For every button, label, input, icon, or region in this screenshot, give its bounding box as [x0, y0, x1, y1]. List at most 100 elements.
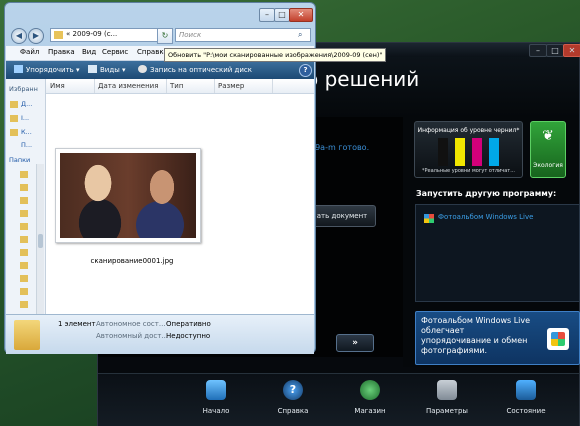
globe-icon [360, 380, 380, 400]
taskbar-home[interactable]: Начало [186, 374, 246, 426]
favorite-link[interactable]: К... [10, 128, 44, 138]
wrench-icon [437, 380, 457, 400]
item-count: 1 элемент [58, 320, 96, 328]
folder-icon[interactable] [20, 262, 28, 269]
ink-level-panel[interactable]: Информация об уровне чернил* *Реальные у… [414, 121, 523, 178]
ink-level-title: Информация об уровне чернил* [417, 127, 520, 134]
folder-icon[interactable] [20, 236, 28, 243]
windows-logo-icon [551, 332, 565, 346]
organize-button[interactable]: Упорядочить ▾ [14, 65, 80, 74]
folders-toggle[interactable]: Папки [9, 156, 30, 164]
favorite-link-label: I... [21, 114, 30, 122]
favorite-link-label: Д... [21, 100, 33, 108]
program-item-label: Фотоальбом Windows Live [438, 213, 534, 221]
views-icon [88, 65, 97, 73]
views-button[interactable]: Виды ▾ [88, 65, 125, 74]
folder-icon[interactable] [20, 301, 28, 308]
ink-cartridge-black [438, 138, 448, 166]
forward-button[interactable]: ▶ [28, 28, 44, 44]
program-list: Фотоальбом Windows Live [415, 204, 580, 302]
promo-banner[interactable]: Фотоальбом Windows Live облегчает упоряд… [415, 311, 580, 365]
ink-cartridge-magenta [472, 138, 482, 166]
minimize-button[interactable]: – [529, 44, 547, 57]
folder-icon [10, 129, 18, 136]
folder-icon [54, 31, 63, 39]
scan-document-button[interactable]: ать документ [308, 205, 376, 227]
column-date[interactable]: Дата изменения [98, 82, 158, 90]
status-icon [516, 380, 536, 400]
column-divider[interactable] [272, 79, 273, 93]
ink-level-note: *Реальные уровни могут отличат... [422, 168, 515, 174]
hp-taskbar: Начало ? Справка Магазин Параметры Состо… [98, 373, 579, 426]
taskbar-settings[interactable]: Параметры [417, 374, 477, 426]
taskbar-label: Состояние [506, 407, 546, 415]
taskbar-label: Начало [202, 407, 230, 415]
next-button[interactable]: » [336, 334, 374, 352]
command-bar: Упорядочить ▾ Виды ▾ Запись на оптически… [6, 61, 314, 79]
folder-icon[interactable] [20, 275, 28, 282]
close-button[interactable]: ✕ [289, 8, 313, 22]
search-input[interactable]: Поиск ⌕ [175, 28, 311, 42]
column-divider[interactable] [166, 79, 167, 93]
taskbar-label: Параметры [426, 407, 468, 415]
column-headers: Имя Дата изменения Тип Размер [46, 79, 314, 94]
file-name[interactable]: сканирование0001.jpg [46, 257, 218, 265]
file-thumbnail[interactable] [55, 148, 201, 243]
refresh-button[interactable]: ↻ [157, 28, 173, 44]
back-button[interactable]: ◀ [11, 28, 27, 44]
organize-label: Упорядочить ▾ [26, 66, 80, 74]
eco-button[interactable]: ❦ Экология [530, 121, 566, 178]
maximize-button[interactable]: □ [274, 8, 290, 22]
taskbar-label: Справка [277, 407, 309, 415]
favorite-link-label: П... [21, 141, 33, 149]
column-name[interactable]: Имя [50, 82, 65, 90]
help-button[interactable]: ? [299, 64, 312, 77]
refresh-tooltip: Обновить "P:\мои сканированные изображен… [164, 48, 387, 62]
hp-page-title: о решений [306, 67, 420, 91]
photo-thumbnail-image [60, 153, 196, 238]
burn-disc-button[interactable]: Запись на оптический диск [138, 65, 252, 74]
folder-icon[interactable] [20, 197, 28, 204]
address-text: « 2009-09 (с... [66, 30, 118, 38]
minimize-button[interactable]: – [259, 8, 275, 22]
menu-edit[interactable]: Правка [48, 48, 75, 56]
leaf-icon: ❦ [542, 128, 554, 144]
home-icon [206, 380, 226, 400]
folder-icon [10, 115, 18, 122]
column-type[interactable]: Тип [170, 82, 183, 90]
favorite-link-label: К... [21, 128, 32, 136]
maximize-button[interactable]: □ [546, 44, 564, 57]
disc-icon [138, 65, 147, 73]
taskbar-help[interactable]: ? Справка [263, 374, 323, 426]
details-pane: 1 элемент Автономное сост... Оперативно … [6, 314, 314, 354]
column-divider[interactable] [214, 79, 215, 93]
folder-icon[interactable] [20, 249, 28, 256]
favorite-link[interactable]: I... [10, 114, 44, 124]
folder-icon[interactable] [20, 171, 28, 178]
folder-icon [14, 320, 40, 350]
taskbar-status[interactable]: Состояние [496, 374, 556, 426]
search-icon[interactable]: ⌕ [298, 30, 302, 40]
folder-icon[interactable] [20, 184, 28, 191]
folder-icon[interactable] [20, 223, 28, 230]
scrollbar-thumb[interactable] [38, 234, 43, 248]
search-placeholder: Поиск [179, 31, 202, 39]
address-bar[interactable]: « 2009-09 (с... ▾ [50, 28, 165, 42]
menu-tools[interactable]: Сервис [102, 48, 128, 56]
promo-text: Фотоальбом Windows Live облегчает упоряд… [421, 316, 531, 355]
offline-availability-value: Недоступно [166, 332, 211, 340]
column-size[interactable]: Размер [218, 82, 244, 90]
navigation-pane: Избранн Д... I... К... П... Папки [6, 79, 46, 314]
menu-view[interactable]: Вид [82, 48, 96, 56]
favorite-link[interactable]: Д... [10, 100, 44, 110]
folder-icon[interactable] [20, 288, 28, 295]
folder-tree-scrollbar[interactable] [36, 164, 44, 314]
organize-icon [14, 65, 23, 73]
close-button[interactable]: ✕ [563, 44, 580, 57]
menu-file[interactable]: Файл [20, 48, 39, 56]
burn-disc-label: Запись на оптический диск [150, 66, 252, 74]
column-divider[interactable] [94, 79, 95, 93]
taskbar-shop[interactable]: Магазин [340, 374, 400, 426]
folder-icon[interactable] [20, 210, 28, 217]
favorite-link[interactable]: П... [10, 141, 44, 151]
